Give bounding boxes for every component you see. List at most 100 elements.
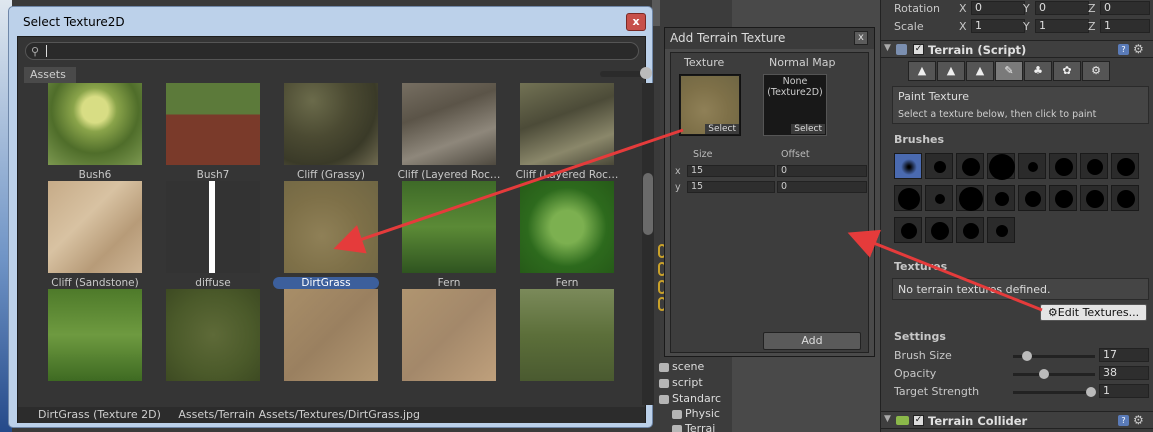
brush-option[interactable]	[1111, 153, 1139, 179]
brush-option[interactable]	[1080, 153, 1108, 179]
help-icon[interactable]: ?	[1118, 44, 1129, 55]
brush-size-field[interactable]: 17	[1099, 348, 1149, 362]
offset-x-field[interactable]: 0	[777, 165, 867, 177]
textures-label: Textures	[894, 260, 948, 273]
brush-option[interactable]	[987, 185, 1015, 211]
close-button[interactable]: x	[854, 31, 868, 45]
project-item-scene[interactable]: scene	[659, 360, 704, 373]
help-icon[interactable]: ?	[1118, 415, 1129, 426]
brush-option[interactable]	[956, 153, 984, 179]
texture-tile[interactable]: Cliff (Layered Roc…	[508, 83, 626, 191]
zoom-slider-knob[interactable]	[640, 67, 652, 79]
size-y-field[interactable]: 15	[687, 181, 775, 193]
brushes-label: Brushes	[894, 133, 945, 146]
enable-checkbox[interactable]: ✓	[913, 44, 924, 55]
add-texture-form: Texture Normal Map Select None (Texture2…	[670, 52, 869, 353]
terrain-collider-header[interactable]: ▼ ✓ Terrain Collider ? ⚙	[881, 411, 1153, 429]
brush-option[interactable]	[1080, 185, 1108, 211]
texture-tile[interactable]: DirtGrass	[272, 181, 390, 299]
brush-option[interactable]	[1018, 153, 1046, 179]
enable-checkbox[interactable]: ✓	[913, 415, 924, 426]
texture-tile[interactable]	[272, 289, 390, 405]
texture-tile[interactable]: Cliff (Layered Roc…	[390, 83, 508, 191]
texture-thumbnail	[284, 181, 378, 273]
texture-select-button[interactable]: Select	[705, 124, 739, 134]
target-strength-slider[interactable]	[1013, 391, 1095, 394]
brush-option[interactable]	[1111, 185, 1139, 211]
brush-option[interactable]	[894, 185, 922, 211]
paint-texture-tool[interactable]: ✎	[995, 61, 1023, 81]
raise-terrain-tool[interactable]: ▲	[908, 61, 936, 81]
offset-y-field[interactable]: 0	[777, 181, 867, 193]
texture-tile[interactable]: Fern	[508, 181, 626, 299]
brush-shape-icon	[959, 187, 983, 211]
size-x-field[interactable]: 15	[687, 165, 775, 177]
texture-tile[interactable]	[154, 289, 272, 405]
normal-map-slot[interactable]: None (Texture2D) Select	[763, 74, 827, 136]
brush-shape-icon	[1055, 158, 1073, 176]
settings-tool[interactable]: ⚙	[1082, 61, 1110, 81]
texture-tile[interactable]: Fern	[390, 181, 508, 299]
window-titlebar[interactable]: Add Terrain Texture x	[665, 28, 874, 49]
texture-tile[interactable]: Bush6	[36, 83, 154, 191]
brush-option[interactable]	[894, 217, 922, 243]
edit-textures-button[interactable]: ⚙Edit Textures...	[1040, 304, 1147, 321]
paint-details-tool[interactable]: ✿	[1053, 61, 1081, 81]
brush-option[interactable]	[1049, 185, 1077, 211]
brush-option[interactable]	[925, 217, 953, 243]
scrollbar-thumb[interactable]	[643, 173, 653, 235]
brush-option[interactable]	[925, 153, 953, 179]
search-icon: ⚲	[31, 45, 40, 58]
foldout-arrow-icon[interactable]: ▼	[884, 414, 891, 424]
normal-map-select-button[interactable]: Select	[791, 124, 825, 134]
gear-icon[interactable]: ⚙	[1133, 42, 1144, 56]
texture-tile[interactable]: Bush7	[154, 83, 272, 191]
brush-shape-icon	[931, 222, 949, 240]
texture-slot[interactable]: Select	[679, 74, 741, 136]
target-strength-field[interactable]: 1	[1099, 384, 1149, 398]
rotation-y-field[interactable]: 0	[1035, 1, 1089, 15]
brush-option[interactable]	[894, 153, 922, 179]
brush-option[interactable]	[956, 217, 984, 243]
scale-z-field[interactable]: 1	[1100, 19, 1150, 33]
scale-x-field[interactable]: 1	[971, 19, 1025, 33]
target-strength-knob[interactable]	[1086, 387, 1096, 397]
brush-size-knob[interactable]	[1022, 351, 1032, 361]
texture-tile[interactable]	[390, 289, 508, 405]
paint-texture-help-box: Paint Texture Select a texture below, th…	[892, 86, 1149, 124]
texture-tile[interactable]: Cliff (Sandstone)	[36, 181, 154, 299]
brush-option[interactable]	[987, 153, 1015, 180]
brush-option[interactable]	[956, 185, 984, 211]
select-texture-window: Select Texture2D x ⚲ Assets Bush6 Bush7 Cl…	[8, 6, 654, 428]
texture-tile[interactable]	[36, 289, 154, 405]
paint-height-tool[interactable]: ▲	[937, 61, 965, 81]
foldout-arrow-icon[interactable]: ▼	[884, 43, 891, 53]
texture-tile[interactable]: diffuse	[154, 181, 272, 299]
close-button[interactable]: x	[626, 13, 646, 31]
rotation-x-field[interactable]: 0	[971, 1, 1025, 15]
place-trees-tool[interactable]: ♣	[1024, 61, 1052, 81]
project-item-standard[interactable]: Standarc	[659, 392, 721, 405]
vertical-scrollbar[interactable]	[642, 83, 654, 405]
texture-tile[interactable]	[508, 289, 626, 405]
opacity-field[interactable]: 38	[1099, 366, 1149, 380]
add-button[interactable]: Add	[763, 332, 861, 350]
project-item-physics[interactable]: Physic	[672, 407, 720, 420]
search-input[interactable]: ⚲	[25, 42, 639, 60]
project-item-terrain[interactable]: Terrai	[672, 422, 715, 432]
opacity-slider[interactable]	[1013, 373, 1095, 376]
scale-label: Scale	[894, 20, 924, 33]
gear-icon[interactable]: ⚙	[1133, 413, 1144, 427]
tab-assets[interactable]: Assets	[24, 67, 76, 83]
rotation-z-field[interactable]: 0	[1100, 1, 1150, 15]
brush-option[interactable]	[987, 217, 1015, 243]
scale-y-field[interactable]: 1	[1035, 19, 1089, 33]
project-item-script[interactable]: script	[659, 376, 703, 389]
brush-option[interactable]	[925, 185, 953, 211]
smooth-height-tool[interactable]: ▲	[966, 61, 994, 81]
brush-option[interactable]	[1049, 153, 1077, 179]
opacity-knob[interactable]	[1039, 369, 1049, 379]
texture-tile[interactable]: Cliff (Grassy)	[272, 83, 390, 191]
terrain-component-header[interactable]: ▼ ✓ Terrain (Script) ? ⚙	[881, 40, 1153, 58]
brush-option[interactable]	[1018, 185, 1046, 211]
